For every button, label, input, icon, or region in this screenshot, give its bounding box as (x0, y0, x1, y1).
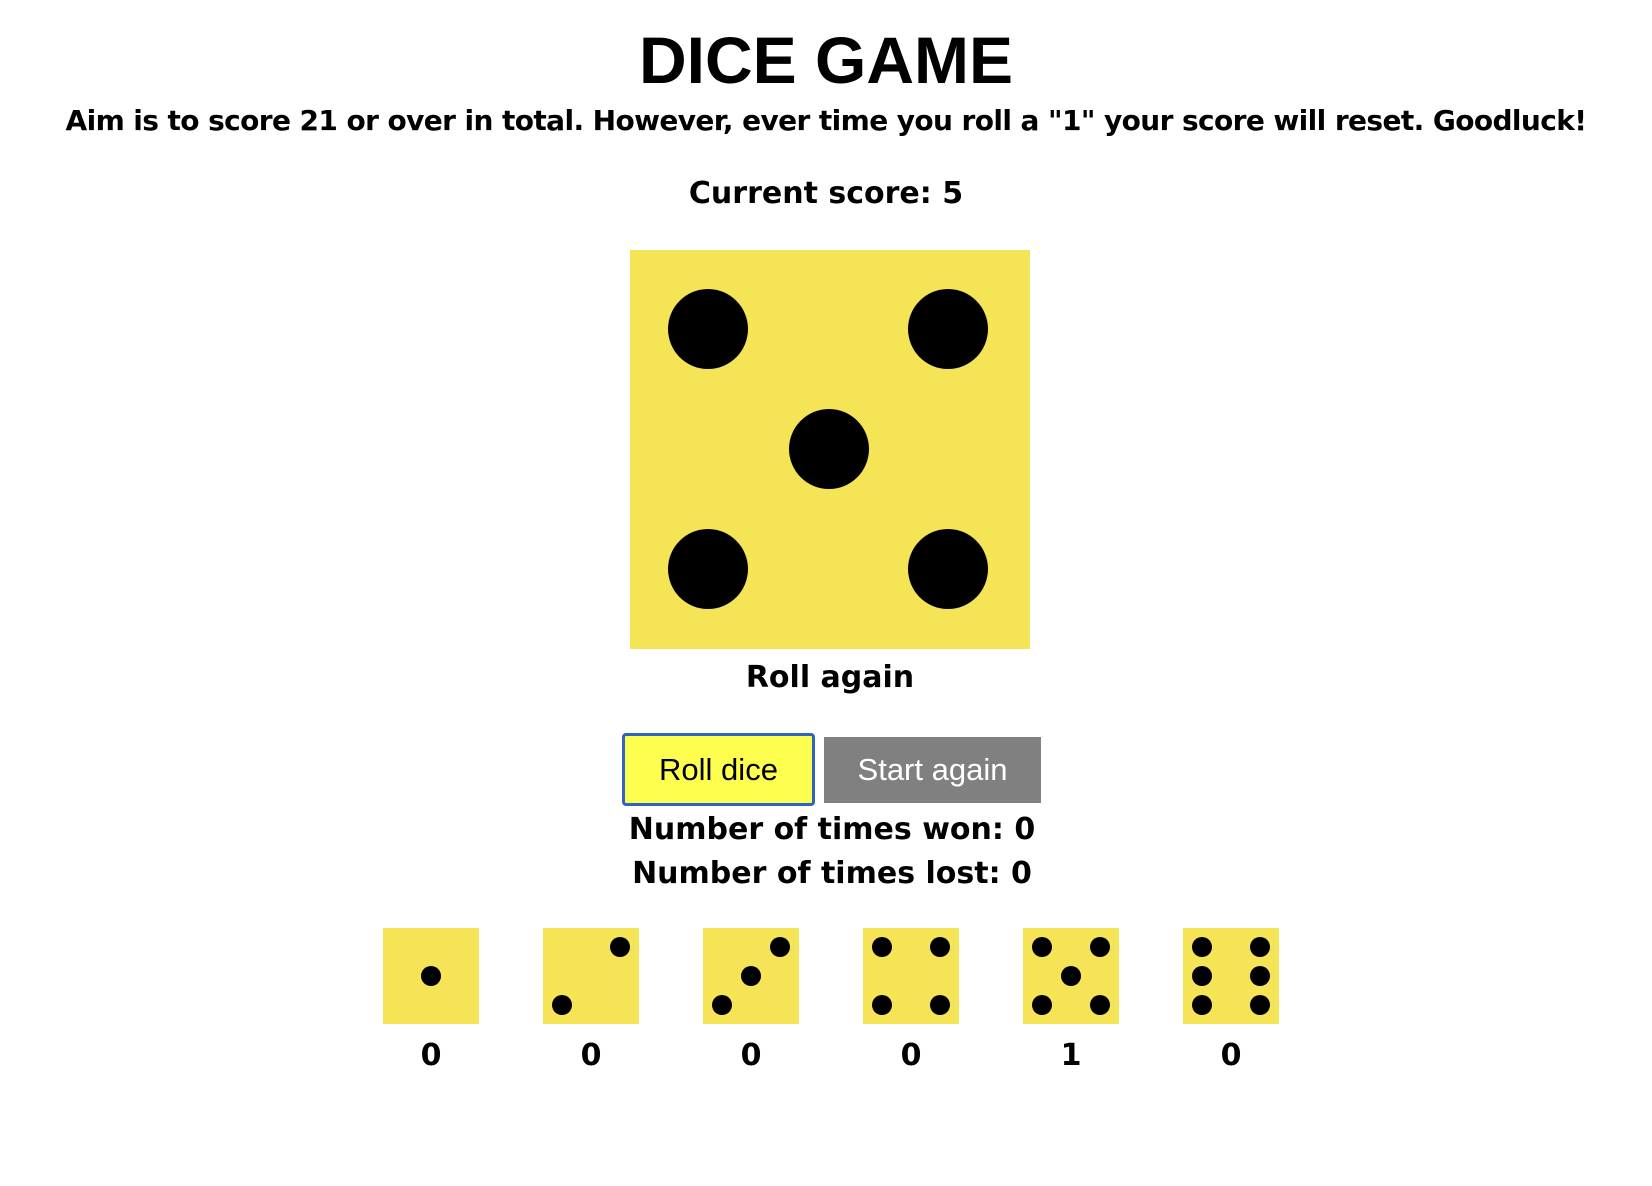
current-die (630, 250, 1030, 649)
die-pip (1250, 937, 1270, 957)
die-pip (1250, 966, 1270, 986)
history-die-3 (703, 928, 799, 1024)
die-pip (1192, 937, 1212, 957)
history-count-5: 1 (1060, 1038, 1082, 1073)
die-pip (1032, 937, 1052, 957)
die-pip (668, 529, 748, 609)
die-pip (552, 995, 572, 1015)
die-pip (930, 937, 950, 957)
die-pip (1090, 937, 1110, 957)
start-again-button[interactable]: Start again (824, 737, 1041, 803)
history-die-2 (543, 928, 639, 1024)
die-pip (872, 937, 892, 957)
times-lost: Number of times lost: 0 (632, 856, 1032, 891)
times-won: Number of times won: 0 (628, 812, 1036, 847)
page-title: DICE GAME (638, 23, 1014, 97)
die-pip (1250, 995, 1270, 1015)
game-instructions: Aim is to score 21 or over in total. How… (65, 104, 1588, 137)
history-count-6: 0 (1220, 1038, 1242, 1073)
die-pip (1192, 995, 1212, 1015)
die-pip (872, 995, 892, 1015)
roll-dice-button[interactable]: Roll dice (622, 733, 815, 806)
current-score: Current score: 5 (688, 176, 964, 211)
die-pip (908, 289, 988, 369)
die-pip (1032, 995, 1052, 1015)
die-pip (421, 966, 441, 986)
die-pip (908, 529, 988, 609)
die-pip (930, 995, 950, 1015)
history-count-2: 0 (580, 1038, 602, 1073)
dice-game-page: DICE GAME Aim is to score 21 or over in … (0, 0, 1652, 1186)
die-pip (770, 937, 790, 957)
die-pip (610, 937, 630, 957)
die-pip (789, 409, 869, 489)
die-pip (1090, 995, 1110, 1015)
status-message: Roll again (745, 660, 915, 695)
history-count-4: 0 (900, 1038, 922, 1073)
history-die-1 (383, 928, 479, 1024)
history-die-6 (1183, 928, 1279, 1024)
die-pip (668, 289, 748, 369)
die-pip (1061, 966, 1081, 986)
history-die-5 (1023, 928, 1119, 1024)
history-die-4 (863, 928, 959, 1024)
die-pip (741, 966, 761, 986)
history-count-1: 0 (420, 1038, 442, 1073)
history-count-3: 0 (740, 1038, 762, 1073)
die-pip (1192, 966, 1212, 986)
die-pip (712, 995, 732, 1015)
